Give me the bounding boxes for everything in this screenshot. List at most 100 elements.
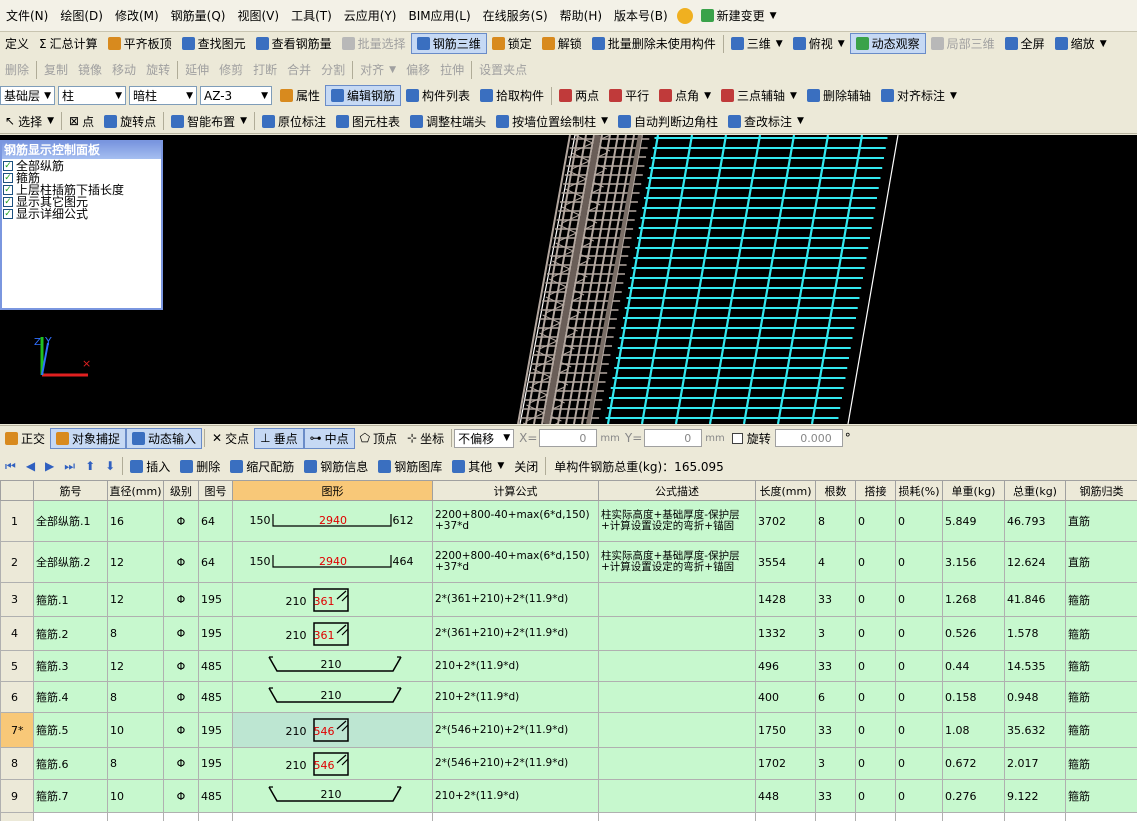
col-header-loss[interactable]: 损耗(%) xyxy=(895,480,943,501)
cell-count[interactable]: 8 xyxy=(815,500,856,542)
row-number[interactable]: 9 xyxy=(0,779,34,813)
cell-grade[interactable]: Φ xyxy=(163,681,199,713)
cell-figure-no[interactable]: 485 xyxy=(198,650,233,682)
cell-formula-desc[interactable] xyxy=(598,616,756,651)
align-slab-top-button[interactable]: 平齐板顶 xyxy=(103,33,177,54)
cell-figure-no[interactable]: 195 xyxy=(198,747,233,780)
zoom-dropdown[interactable]: 缩放 ▼ xyxy=(1050,33,1112,54)
cell-loss[interactable]: 0 xyxy=(895,650,943,682)
mirror-button[interactable]: 镜像 xyxy=(73,59,107,80)
col-header-total-weight[interactable]: 总重(kg) xyxy=(1004,480,1066,501)
cell-lap[interactable]: 0 xyxy=(855,712,896,748)
close-button[interactable]: 关闭 xyxy=(509,456,543,477)
cell-loss[interactable]: 0 xyxy=(895,616,943,651)
unlock-button[interactable]: 解锁 xyxy=(537,33,587,54)
move-down-button[interactable]: ⬇ xyxy=(100,456,120,477)
cell-total-weight[interactable]: 14.535 xyxy=(1004,650,1066,682)
cell-unit-weight[interactable]: 1.08 xyxy=(942,712,1005,748)
cell-grade[interactable]: Φ xyxy=(163,712,199,748)
cell-category[interactable]: 箍筋 xyxy=(1065,582,1137,617)
cell-lap[interactable]: 0 xyxy=(855,582,896,617)
cell-count[interactable]: 3 xyxy=(815,747,856,780)
cell-unit-weight[interactable] xyxy=(942,812,1005,821)
cell-diameter[interactable]: 12 xyxy=(107,650,164,682)
assistant-icon[interactable] xyxy=(676,7,693,24)
cell-total-weight[interactable]: 12.624 xyxy=(1004,541,1066,583)
row-number[interactable]: 8 xyxy=(0,747,34,780)
cell-length[interactable]: 1428 xyxy=(755,582,816,617)
cell-category[interactable]: 箍筋 xyxy=(1065,616,1137,651)
new-change-menu[interactable]: 新建变更 ▼ xyxy=(696,5,782,26)
rebar-3d-button[interactable]: 钢筋三维 xyxy=(410,33,487,54)
type-select[interactable]: 暗柱 ▼ xyxy=(129,86,197,105)
coordinate-snap[interactable]: ⊹ 坐标 xyxy=(402,428,449,449)
menu-bim[interactable]: BIM应用(L) xyxy=(402,7,476,24)
rotate-button[interactable]: 旋转 xyxy=(141,59,175,80)
edit-annotation-button[interactable]: 查改标注 ▼ xyxy=(723,111,809,132)
cell-count[interactable]: 33 xyxy=(815,712,856,748)
intersection-snap[interactable]: ✕ 交点 xyxy=(207,428,254,449)
in-place-annotation-button[interactable]: 原位标注 xyxy=(257,111,331,132)
cell-shape[interactable]: 150 2940 612 xyxy=(232,500,433,542)
scale-reinforcement-button[interactable]: 缩尺配筋 xyxy=(225,456,299,477)
cell-length[interactable] xyxy=(755,812,816,821)
align-button[interactable]: 对齐 ▼ xyxy=(355,59,401,80)
table-row[interactable]: 9 箍筋.7 10 Φ 485 210 210+2*(11.9*d) 448 33 0 0 0.276… xyxy=(0,779,1137,813)
cell-unit-weight[interactable]: 1.268 xyxy=(942,582,1005,617)
cell-diameter[interactable] xyxy=(107,812,164,821)
split-button[interactable]: 分割 xyxy=(316,59,350,80)
cell-shape[interactable]: 210 361 xyxy=(232,616,433,651)
delete-button[interactable]: 删除 xyxy=(0,59,34,80)
cell-length[interactable]: 400 xyxy=(755,681,816,713)
x-offset-input[interactable]: 0 xyxy=(539,429,598,447)
view-rebar-qty-button[interactable]: 查看钢筋量 xyxy=(251,33,337,54)
cell-formula-desc[interactable]: 柱实际高度+基础厚度-保护层+计算设置设定的弯折+锚固 xyxy=(598,541,756,583)
cell-length[interactable]: 448 xyxy=(755,779,816,813)
find-element-button[interactable]: 查找图元 xyxy=(177,33,251,54)
show-detailed-formula-checkbox[interactable]: ✓ 显示详细公式 xyxy=(2,208,161,220)
cell-shape[interactable]: 210 546 xyxy=(232,747,433,780)
cell-diameter[interactable]: 8 xyxy=(107,616,164,651)
adjust-column-end-button[interactable]: 调整柱端头 xyxy=(405,111,491,132)
menu-draw[interactable]: 绘图(D) xyxy=(54,7,109,24)
cell-formula[interactable]: 210+2*(11.9*d) xyxy=(432,681,599,713)
cell-count[interactable]: 6 xyxy=(815,681,856,713)
cell-total-weight[interactable] xyxy=(1004,812,1066,821)
cell-grade[interactable]: Φ xyxy=(163,779,199,813)
menu-version[interactable]: 版本号(B) xyxy=(608,7,674,24)
table-row[interactable]: 7* 箍筋.5 10 Φ 195 210 546 2*(546+210)+2*(11.9*d)… xyxy=(0,712,1137,748)
cell-shape[interactable]: 210 xyxy=(232,779,433,813)
cell-diameter[interactable]: 10 xyxy=(107,712,164,748)
cell-total-weight[interactable]: 0.948 xyxy=(1004,681,1066,713)
cell-figure-no[interactable]: 195 xyxy=(198,712,233,748)
cell-formula[interactable]: 2*(361+210)+2*(11.9*d) xyxy=(432,582,599,617)
properties-button[interactable]: 属性 xyxy=(275,85,325,106)
3d-viewport[interactable]: × Y Z xyxy=(0,135,1137,424)
table-row[interactable]: 1 全部纵筋.1 16 Φ 64 150 2940 612 2200+800-40+max(6*… xyxy=(0,500,1137,542)
col-header-diameter[interactable]: 直径(mm) xyxy=(107,480,164,501)
cell-bar-no[interactable]: 全部纵筋.1 xyxy=(33,500,108,542)
cell-unit-weight[interactable]: 0.44 xyxy=(942,650,1005,682)
cell-shape[interactable]: 210 546 xyxy=(232,712,433,748)
point-button[interactable]: ⊠ 点 xyxy=(64,111,99,132)
cell-grade[interactable]: Φ xyxy=(163,650,199,682)
vertex-snap[interactable]: ⬠ 顶点 xyxy=(355,428,402,449)
col-header-count[interactable]: 根数 xyxy=(815,480,856,501)
cell-bar-no[interactable]: 箍筋.4 xyxy=(33,681,108,713)
last-record-button[interactable]: ⏭ xyxy=(59,456,80,477)
stretch-button[interactable]: 拉伸 xyxy=(435,59,469,80)
other-dropdown[interactable]: 其他 ▼ xyxy=(447,456,509,477)
cell-shape[interactable] xyxy=(232,812,433,821)
cell-diameter[interactable]: 8 xyxy=(107,681,164,713)
cell-loss[interactable] xyxy=(895,812,943,821)
cell-loss[interactable]: 0 xyxy=(895,681,943,713)
rebar-table[interactable]: 筋号 直径(mm) 级别 图号 图形 计算公式 公式描述 长度(mm) 根数 搭… xyxy=(0,480,1137,821)
offset-mode-select[interactable]: 不偏移 ▼ xyxy=(454,428,515,448)
cell-bar-no[interactable] xyxy=(33,812,108,821)
cell-lap[interactable]: 0 xyxy=(855,541,896,583)
cell-bar-no[interactable]: 箍筋.1 xyxy=(33,582,108,617)
cell-shape[interactable]: 210 361 xyxy=(232,582,433,617)
cell-unit-weight[interactable]: 0.158 xyxy=(942,681,1005,713)
cell-count[interactable]: 4 xyxy=(815,541,856,583)
cell-total-weight[interactable]: 9.122 xyxy=(1004,779,1066,813)
